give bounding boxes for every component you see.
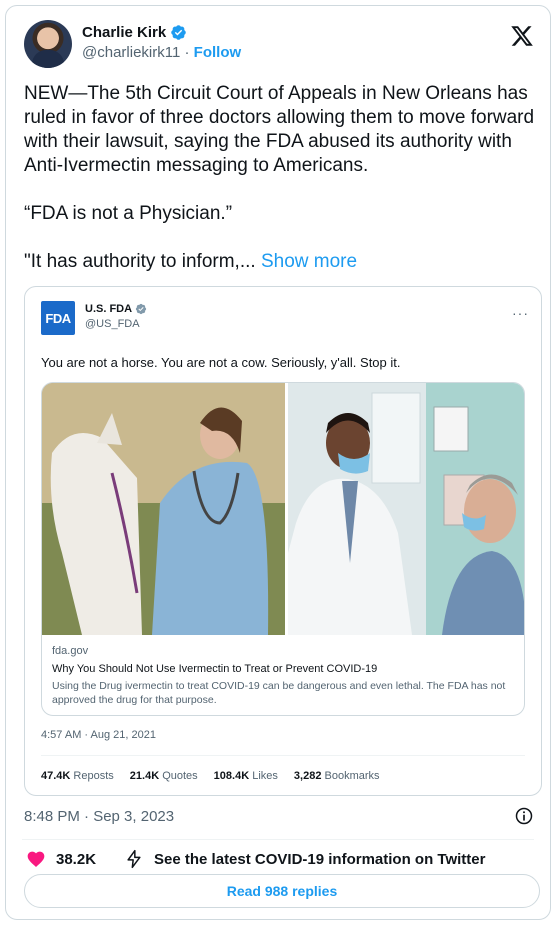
tweet-paragraph-1: NEW—The 5th Circuit Court of Appeals in … [24, 83, 535, 176]
stat-bookmarks[interactable]: 3,282 Bookmarks [294, 770, 380, 782]
more-options-icon[interactable]: ··· [512, 305, 529, 321]
quoted-stats: 47.4K Reposts 21.4K Quotes 108.4K Likes … [41, 770, 380, 782]
separator-dot: · [184, 44, 190, 61]
read-replies-button[interactable]: Read 988 replies [24, 874, 540, 908]
like-count: 38.2K [56, 850, 97, 868]
follow-button[interactable]: Follow [194, 44, 242, 61]
info-icon[interactable] [514, 806, 534, 826]
tweet-card: Charlie Kirk @charliekirk11 · Follow NEW… [5, 5, 551, 920]
quoted-text: You are not a horse. You are not a cow. … [41, 355, 401, 370]
avatar[interactable] [24, 20, 72, 68]
link-card[interactable]: fda.gov Why You Should Not Use Ivermecti… [41, 382, 525, 716]
card-image [42, 383, 524, 635]
quoted-author-name[interactable]: U.S. FDA [85, 303, 132, 315]
quoted-timestamp[interactable]: 4:57 AM · Aug 21, 2021 [41, 729, 156, 741]
quoted-author-handle[interactable]: @US_FDA [85, 318, 147, 330]
author-name[interactable]: Charlie Kirk [82, 24, 166, 41]
tweet-paragraph-2: “FDA is not a Physician.” [24, 203, 233, 224]
quoted-tweet[interactable]: FDA U.S. FDA @US_FDA ··· You are not a h… [24, 286, 542, 796]
covid-info-label: See the latest COVID-19 information on T… [154, 850, 486, 868]
stat-reposts[interactable]: 47.4K Reposts [41, 770, 114, 782]
author-block: Charlie Kirk @charliekirk11 · Follow [82, 24, 241, 61]
x-logo-icon[interactable] [510, 24, 534, 48]
gray-verified-badge-icon [135, 303, 147, 315]
tweet-body: NEW—The 5th Circuit Court of Appeals in … [24, 82, 540, 274]
author-handle[interactable]: @charliekirk11 [82, 44, 180, 61]
fda-logo[interactable]: FDA [41, 301, 75, 335]
covid-info-link[interactable]: See the latest COVID-19 information on T… [124, 849, 485, 869]
tweet-header: Charlie Kirk @charliekirk11 · Follow [24, 20, 534, 72]
tweet-timestamp[interactable]: 8:48 PM · Sep 3, 2023 [24, 808, 174, 825]
divider [22, 839, 534, 840]
lightning-bolt-icon [127, 849, 141, 869]
card-domain: fda.gov [52, 645, 89, 657]
tweet-truncated-line: "It has authority to inform,... [24, 251, 256, 272]
divider [41, 755, 525, 756]
show-more-link[interactable]: Show more [261, 251, 357, 272]
quoted-header: FDA U.S. FDA @US_FDA ··· [41, 301, 529, 337]
action-bar: 38.2K See the latest COVID-19 informatio… [26, 846, 534, 872]
card-description: Using the Drug ivermectin to treat COVID… [52, 680, 506, 706]
stat-quotes[interactable]: 21.4K Quotes [130, 770, 198, 782]
like-button[interactable]: 38.2K [26, 849, 96, 869]
heart-icon [27, 851, 45, 867]
card-title: Why You Should Not Use Ivermectin to Tre… [52, 663, 378, 675]
stat-likes[interactable]: 108.4K Likes [214, 770, 278, 782]
verified-badge-icon [171, 25, 186, 40]
